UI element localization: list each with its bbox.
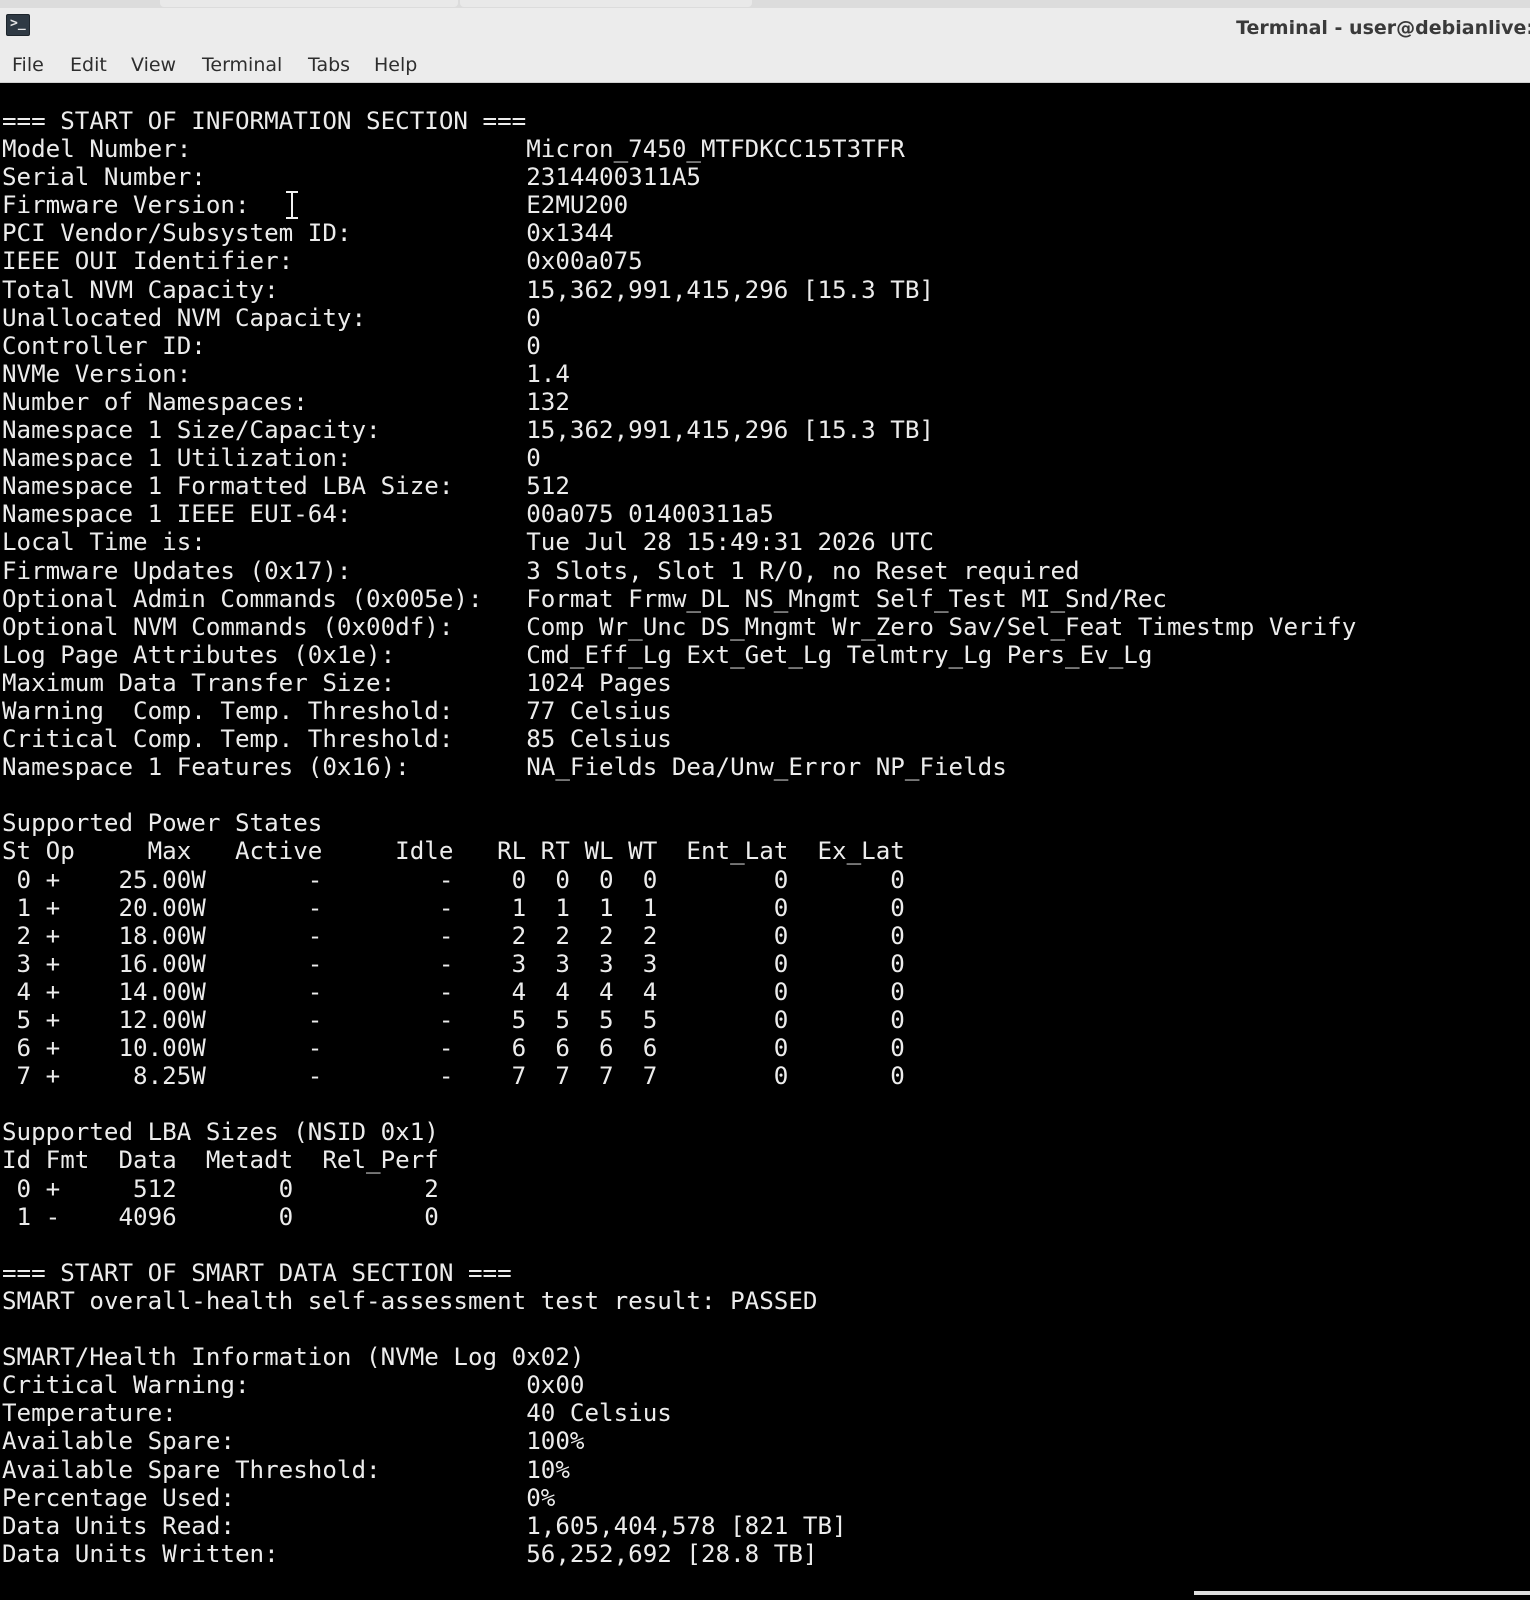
terminal-line: 7 + 8.25W - - 7 7 7 7 0 0 [2,1062,905,1091]
terminal-line: Warning Comp. Temp. Threshold: 77 Celsiu… [2,696,672,725]
terminal-line: Number of Namespaces: 132 [2,387,570,416]
terminal-line: === START OF INFORMATION SECTION === [2,107,527,135]
terminal-line: 4 + 14.00W - - 4 4 4 4 0 0 [2,977,905,1006]
terminal-line: Namespace 1 IEEE EUI-64: 00a075 01400311… [2,500,774,529]
terminal-line: Optional Admin Commands (0x005e): Format… [2,584,1167,613]
terminal-line: Data Units Read: 1,605,404,578 [821 TB] [2,1511,847,1540]
terminal-line: Critical Comp. Temp. Threshold: 85 Celsi… [2,725,672,754]
terminal-window: >_ Terminal - user@debianlive: File Edit… [0,0,1530,1600]
terminal-line: 2 + 18.00W - - 2 2 2 2 0 0 [2,921,905,950]
terminal-line: Total NVM Capacity: 15,362,991,415,296 [… [2,275,934,304]
terminal-line: Maximum Data Transfer Size: 1024 Pages [2,668,672,697]
window-title: Terminal - user@debianlive: [1236,17,1530,39]
terminal-line: 0 + 25.00W - - 0 0 0 0 0 0 [2,865,905,894]
terminal-line: 0 + 512 0 2 [2,1174,439,1203]
terminal-line: 1 + 20.00W - - 1 1 1 1 0 0 [2,893,905,922]
terminal-line: 1 - 4096 0 0 [2,1202,439,1231]
menu-view[interactable]: View [131,54,176,76]
terminal-line: Id Fmt Data Metadt Rel_Perf [2,1146,439,1175]
selection-underline [1194,1591,1530,1595]
terminal-line: Serial Number: 2314400311A5 [2,163,701,192]
terminal-line: Supported Power States [2,809,323,838]
terminal-icon: >_ [6,14,30,36]
terminal-line: Model Number: Micron_7450_MTFDKCC15T3TFR [2,135,905,164]
terminal-line: Temperature: 40 Celsius [2,1399,672,1428]
terminal-output: === START OF INFORMATION SECTION === Mode… [2,107,1356,1568]
menu-tabs[interactable]: Tabs [308,54,350,76]
terminal-line: Namespace 1 Utilization: 0 [2,444,541,473]
menu-help[interactable]: Help [374,54,417,76]
terminal-line: IEEE OUI Identifier: 0x00a075 [2,247,643,276]
terminal-line: SMART overall-health self-assessment tes… [2,1286,818,1315]
terminal-line: 6 + 10.00W - - 6 6 6 6 0 0 [2,1034,905,1063]
terminal-line: SMART/Health Information (NVMe Log 0x02) [2,1343,585,1372]
menu-file[interactable]: File [12,54,44,76]
title-bar[interactable]: >_ Terminal - user@debianlive: [0,8,1530,49]
terminal-line: PCI Vendor/Subsystem ID: 0x1344 [2,219,614,248]
ibeam-cursor-icon [286,190,298,220]
terminal-line: Data Units Written: 56,252,692 [28.8 TB] [2,1539,818,1568]
terminal-line: St Op Max Active Idle RL RT WL WT Ent_La… [2,837,905,866]
terminal-line: Firmware Version: E2MU200 [2,191,629,220]
terminal-line: Controller ID: 0 [2,331,541,360]
top-tab-strip [0,0,1530,8]
terminal-line: 5 + 12.00W - - 5 5 5 5 0 0 [2,1006,905,1034]
terminal-line: Critical Warning: 0x00 [2,1371,585,1400]
terminal-line: Log Page Attributes (0x1e): Cmd_Eff_Lg E… [2,640,1153,669]
background-tab[interactable] [460,0,752,7]
terminal-line: === START OF SMART DATA SECTION === [2,1258,512,1287]
menu-terminal[interactable]: Terminal [202,54,282,76]
terminal-line: Available Spare: 100% [2,1427,585,1456]
terminal-line: Unallocated NVM Capacity: 0 [2,303,541,332]
terminal-view[interactable]: === START OF INFORMATION SECTION === Mode… [0,83,1530,1600]
background-tab[interactable] [160,0,458,7]
terminal-line: NVMe Version: 1.4 [2,359,570,388]
terminal-line: Supported LBA Sizes (NSID 0x1) [2,1118,439,1147]
menu-bar: File Edit View Terminal Tabs Help [0,48,1530,83]
terminal-line: Available Spare Threshold: 10% [2,1455,570,1484]
terminal-line: Namespace 1 Formatted LBA Size: 512 [2,472,570,501]
menu-edit[interactable]: Edit [70,54,107,76]
terminal-line: Namespace 1 Size/Capacity: 15,362,991,41… [2,416,934,445]
terminal-line: Local Time is: Tue Jul 28 15:49:31 2026 … [2,528,934,557]
terminal-line: Percentage Used: 0% [2,1483,556,1512]
prompt-glyph: >_ [10,16,26,31]
terminal-line: 3 + 16.00W - - 3 3 3 3 0 0 [2,949,905,978]
terminal-line: Firmware Updates (0x17): 3 Slots, Slot 1… [2,556,1080,585]
terminal-line: Optional NVM Commands (0x00df): Comp Wr_… [2,612,1357,641]
terminal-line: Namespace 1 Features (0x16): NA_Fields D… [2,753,1007,782]
